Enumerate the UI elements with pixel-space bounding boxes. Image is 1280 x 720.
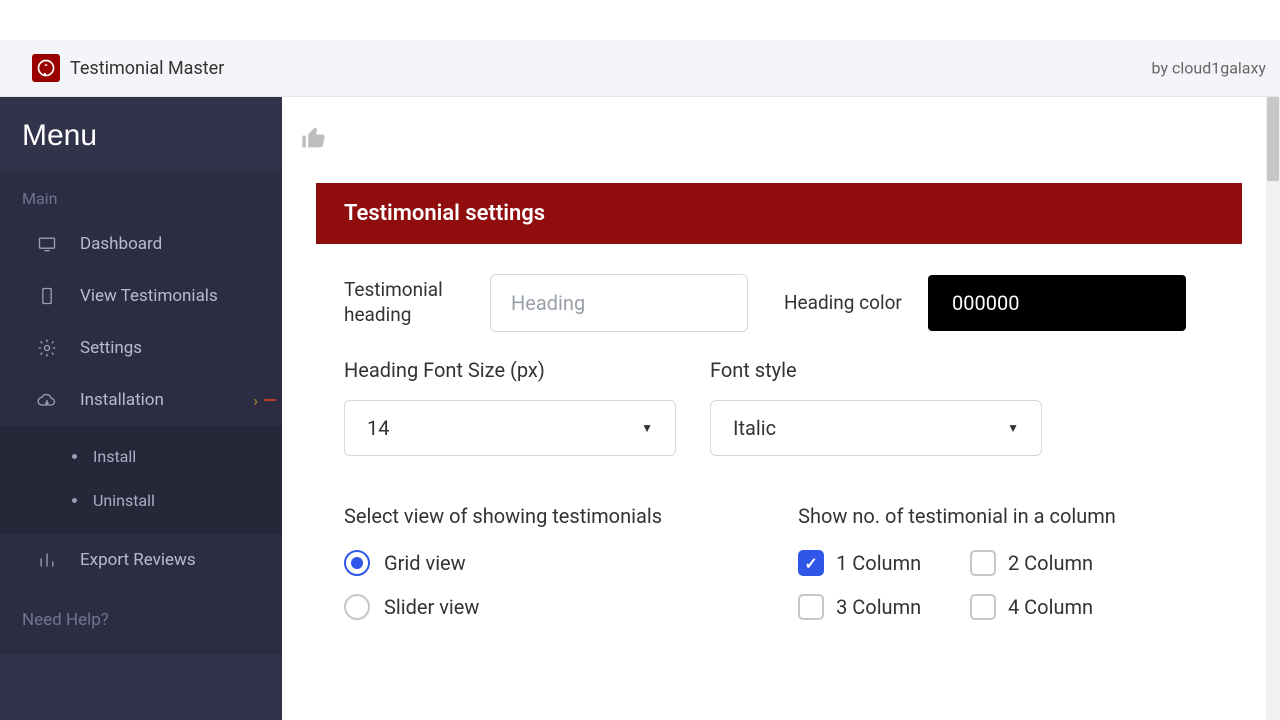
heading-color-label: Heading color	[784, 291, 928, 316]
view-group-label: Select view of showing testimonials	[344, 504, 662, 528]
byline: by cloud1galaxy	[1152, 59, 1266, 78]
main-toolbar	[282, 97, 1280, 183]
radio-icon	[344, 594, 370, 620]
phone-icon	[36, 285, 58, 307]
font-style-value: Italic	[733, 416, 776, 440]
radio-grid-view[interactable]: Grid view	[344, 550, 662, 576]
indicator-dash	[264, 399, 276, 401]
scroll-thumb[interactable]	[1267, 97, 1279, 181]
bar-chart-icon	[36, 549, 58, 571]
chevron-right-icon: ›	[253, 391, 258, 410]
monitor-icon	[36, 233, 58, 255]
heading-input[interactable]	[490, 274, 748, 332]
check-4-column[interactable]: ✓ 4 Column	[970, 594, 1116, 620]
sidebar-item-label: View Testimonials	[80, 286, 218, 306]
heading-label: Testimonial heading	[344, 278, 490, 327]
checkbox-icon: ✓	[970, 594, 996, 620]
bullet-icon	[72, 454, 77, 459]
sidebar-item-label: Dashboard	[80, 234, 162, 254]
check-1-column[interactable]: ✓ 1 Column	[798, 550, 944, 576]
submenu-label: Uninstall	[93, 491, 155, 510]
topbar: “ Testimonial Master by cloud1galaxy	[0, 40, 1280, 97]
radio-label: Slider view	[384, 595, 479, 619]
checkbox-label: 3 Column	[836, 595, 921, 619]
sidebar-item-label: Settings	[80, 338, 142, 358]
bullet-icon	[72, 498, 77, 503]
heading-color-input[interactable]: 000000	[928, 275, 1186, 331]
radio-slider-view[interactable]: Slider view	[344, 594, 662, 620]
cloud-download-icon	[36, 389, 58, 411]
radio-icon	[344, 550, 370, 576]
submenu-item-uninstall[interactable]: Uninstall	[0, 478, 282, 522]
sidebar-item-settings[interactable]: Settings	[0, 322, 282, 374]
font-style-label: Font style	[710, 358, 1042, 382]
sidebar: Menu Main Dashboard View Testimonials Se…	[0, 97, 282, 720]
menu-header: Menu	[0, 97, 282, 171]
checkbox-icon: ✓	[970, 550, 996, 576]
checkbox-icon: ✓	[798, 550, 824, 576]
caret-down-icon: ▼	[1007, 421, 1019, 435]
submenu-label: Install	[93, 447, 136, 466]
checkbox-label: 2 Column	[1008, 551, 1093, 575]
font-size-select[interactable]: 14 ▼	[344, 400, 676, 456]
submenu-item-install[interactable]: Install	[0, 434, 282, 478]
sidebar-item-dashboard[interactable]: Dashboard	[0, 218, 282, 270]
app-logo: “	[32, 54, 60, 82]
speech-quote-icon: “	[36, 58, 56, 78]
caret-down-icon: ▼	[641, 421, 653, 435]
thumbs-up-icon[interactable]	[300, 124, 328, 156]
check-2-column[interactable]: ✓ 2 Column	[970, 550, 1116, 576]
gear-icon	[36, 337, 58, 359]
main-content: Testimonial settings Testimonial heading…	[282, 97, 1280, 720]
sidebar-item-view-testimonials[interactable]: View Testimonials	[0, 270, 282, 322]
svg-text:“: “	[44, 63, 48, 74]
sidebar-item-label: Export Reviews	[80, 550, 196, 570]
settings-card: Testimonial settings Testimonial heading…	[316, 183, 1242, 668]
sidebar-item-installation[interactable]: Installation ›	[0, 374, 282, 426]
radio-label: Grid view	[384, 551, 466, 575]
installation-submenu: Install Uninstall	[0, 426, 282, 534]
sidebar-item-export-reviews[interactable]: Export Reviews	[0, 534, 282, 586]
vertical-scrollbar[interactable]	[1266, 97, 1280, 720]
columns-group-label: Show no. of testimonial in a column	[798, 504, 1116, 528]
checkbox-label: 4 Column	[1008, 595, 1093, 619]
app-title: Testimonial Master	[70, 58, 224, 79]
card-title: Testimonial settings	[316, 183, 1242, 244]
menu-section-main: Main	[0, 171, 282, 218]
checkbox-icon: ✓	[798, 594, 824, 620]
need-help-link[interactable]: Need Help?	[0, 586, 282, 654]
font-size-label: Heading Font Size (px)	[344, 358, 676, 382]
checkbox-label: 1 Column	[836, 551, 921, 575]
font-style-select[interactable]: Italic ▼	[710, 400, 1042, 456]
sidebar-item-label: Installation	[80, 390, 164, 410]
window-margin	[0, 0, 1280, 40]
font-size-value: 14	[367, 416, 389, 440]
check-3-column[interactable]: ✓ 3 Column	[798, 594, 944, 620]
